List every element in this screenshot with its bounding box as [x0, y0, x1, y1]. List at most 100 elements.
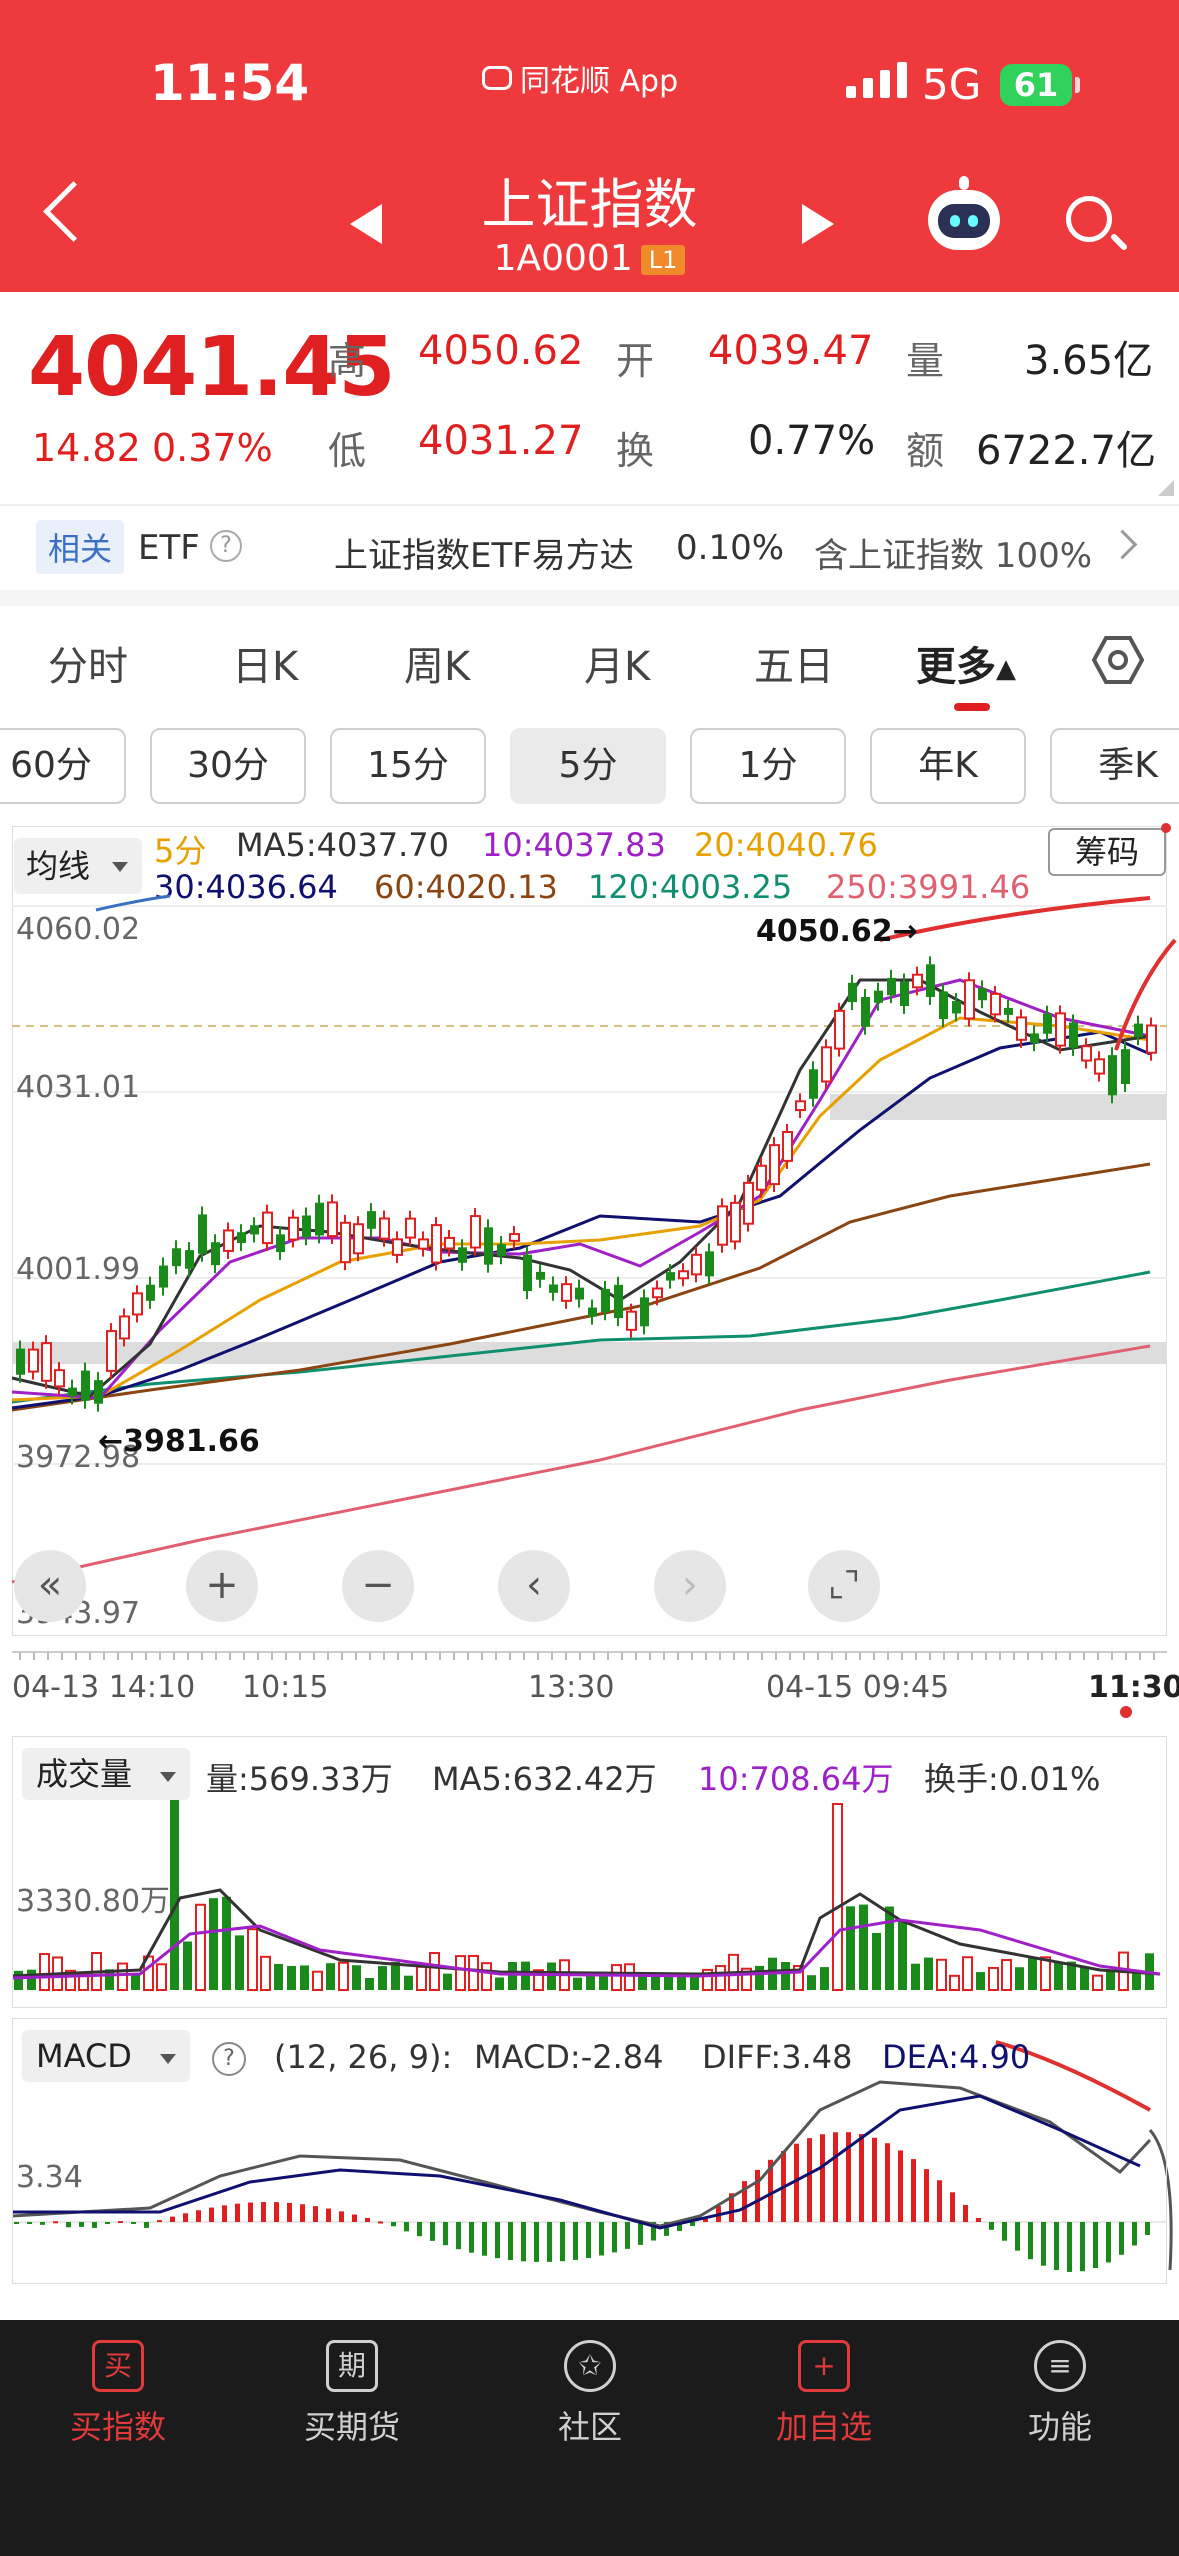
- candle-up: [964, 979, 975, 1020]
- candle-down: [614, 1284, 623, 1319]
- collapse-left-icon[interactable]: «: [14, 1550, 86, 1622]
- candle-down: [497, 1244, 506, 1257]
- candle-down: [900, 981, 909, 1007]
- candle-up: [1055, 1012, 1066, 1047]
- candle-up: [54, 1369, 65, 1388]
- time-axis-label: 04-13 14:10: [12, 1670, 196, 1705]
- candle-down: [94, 1380, 103, 1404]
- high-annotation: 4050.62→: [756, 914, 918, 949]
- macd-dea: DEA:4.90: [882, 2038, 1031, 2076]
- volume-ma10: 10:708.64万: [698, 1760, 894, 1798]
- ma5-line: [11, 978, 1151, 1398]
- candle-down: [588, 1307, 597, 1317]
- candle-up: [353, 1223, 364, 1255]
- nav-label: 功能: [1027, 2408, 1092, 2446]
- candle-up: [405, 1217, 416, 1239]
- candle-up: [834, 1009, 845, 1050]
- candle-down: [666, 1272, 675, 1281]
- candle-up: [262, 1211, 273, 1245]
- red-dot-2: [1120, 1706, 1132, 1718]
- nav-community[interactable]: ✩ 社区: [510, 2332, 670, 2448]
- candle-up: [418, 1238, 429, 1250]
- candle-up: [626, 1310, 637, 1331]
- macd-value: MACD:-2.84: [474, 2038, 664, 2076]
- nav-buy-futures[interactable]: 期 买期货: [272, 2332, 432, 2448]
- macd-selector[interactable]: MACD: [22, 2030, 190, 2082]
- hand-drawn-mark-3: [95, 894, 171, 912]
- red-dot: [1161, 823, 1171, 833]
- candle-down: [458, 1247, 467, 1263]
- community-icon: ✩: [564, 2340, 616, 2392]
- scroll-right-icon[interactable]: ›: [654, 1550, 726, 1622]
- candle-up: [795, 1100, 806, 1112]
- macd-diff: DIFF:3.48: [702, 2038, 853, 2076]
- nav-label: 买指数: [69, 2408, 166, 2446]
- low-annotation: ←3981.66: [98, 1424, 260, 1459]
- menu-icon: ≡: [1034, 2340, 1086, 2392]
- candle-down: [549, 1284, 558, 1293]
- add-icon: +: [798, 2340, 850, 2392]
- y-axis-label: 4031.01: [16, 1070, 141, 1105]
- zoom-out-icon[interactable]: −: [342, 1550, 414, 1622]
- candle-down: [68, 1387, 77, 1397]
- candle-up: [119, 1315, 130, 1340]
- nav-buy-index[interactable]: 买 买指数: [38, 2332, 198, 2448]
- buy-icon: 买: [92, 2340, 144, 2392]
- candle-up: [717, 1205, 728, 1246]
- candle-down: [172, 1248, 181, 1267]
- volume-axis-label: 3330.80万: [16, 1884, 171, 1919]
- fullscreen-icon[interactable]: ⌞⌝: [808, 1550, 880, 1622]
- candle-up: [1081, 1045, 1092, 1062]
- candle-down: [81, 1370, 90, 1401]
- scroll-left-icon[interactable]: ‹: [498, 1550, 570, 1622]
- candle-down: [575, 1287, 584, 1300]
- volume-selector[interactable]: 成交量: [22, 1748, 190, 1800]
- candle-up: [782, 1130, 793, 1162]
- candle-down: [926, 964, 935, 997]
- candle-down: [276, 1234, 285, 1253]
- candle-down: [198, 1214, 207, 1254]
- candle-up: [327, 1201, 338, 1238]
- candle-up: [1146, 1024, 1157, 1054]
- candle-down: [887, 977, 896, 996]
- candle-down: [809, 1069, 818, 1099]
- candle-down: [211, 1242, 220, 1266]
- candle-up: [106, 1330, 117, 1372]
- candle-down: [250, 1225, 259, 1235]
- time-axis-label: 11:30: [1088, 1670, 1179, 1705]
- candle-up: [132, 1292, 143, 1316]
- candle-up: [730, 1201, 741, 1243]
- candle-up: [756, 1164, 767, 1191]
- candle-up: [41, 1342, 52, 1382]
- candle-up: [743, 1181, 754, 1225]
- nav-add-watchlist[interactable]: + 加自选: [744, 2332, 904, 2448]
- macd-axis-label: 3.34: [16, 2160, 83, 2195]
- candle-up: [769, 1144, 780, 1186]
- candle-down: [1121, 1049, 1130, 1085]
- candle-up: [470, 1215, 481, 1249]
- candle-down: [848, 982, 857, 1003]
- macd-help-icon[interactable]: ?: [212, 2042, 246, 2076]
- candle-down: [1069, 1022, 1078, 1048]
- candle-up: [561, 1283, 572, 1302]
- candle-down: [302, 1215, 311, 1238]
- zoom-in-icon[interactable]: +: [186, 1550, 258, 1622]
- candle-down: [861, 997, 870, 1027]
- candle-down: [1030, 1033, 1039, 1044]
- y-axis-label: 4060.02: [16, 912, 141, 947]
- candle-down: [367, 1211, 376, 1229]
- time-axis-label: 10:15: [242, 1670, 329, 1705]
- time-axis-label: 13:30: [528, 1670, 615, 1705]
- hand-drawn-mark-2: [1114, 938, 1177, 1051]
- candle-up: [444, 1236, 455, 1250]
- candle-down: [1043, 1013, 1052, 1034]
- nav-label: 买期货: [303, 2408, 400, 2446]
- candle-up: [392, 1238, 403, 1256]
- candle-down: [185, 1250, 194, 1269]
- candle-up: [28, 1348, 39, 1373]
- nav-label: 加自选: [775, 2408, 872, 2446]
- candle-down: [640, 1297, 649, 1327]
- candle-up: [379, 1217, 390, 1240]
- candle-up: [990, 992, 1001, 1016]
- nav-functions[interactable]: ≡ 功能: [980, 2332, 1140, 2448]
